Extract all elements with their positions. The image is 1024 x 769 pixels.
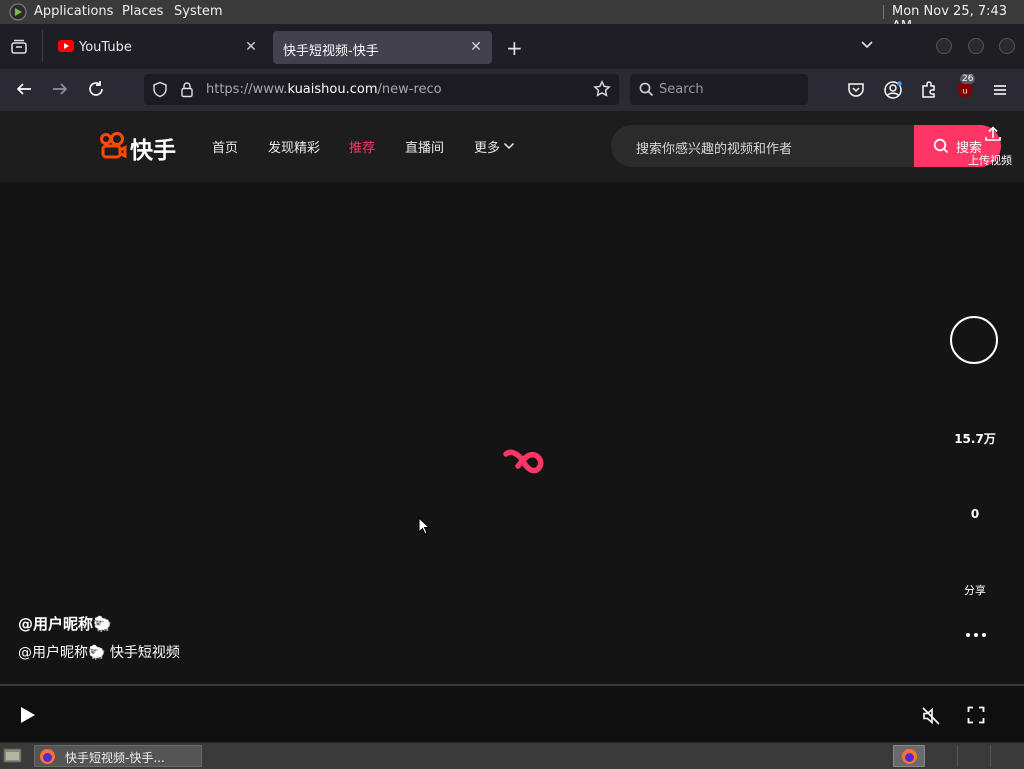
search-placeholder: Search <box>659 82 704 97</box>
show-desktop-icon[interactable] <box>3 747 22 764</box>
places-menu[interactable]: Places <box>122 4 163 19</box>
taskbar-window-button[interactable]: 快手短视频-快手... <box>34 745 202 767</box>
kuaishou-logo-text: 快手 <box>130 138 176 164</box>
lock-icon[interactable] <box>180 81 194 98</box>
like-count[interactable]: 15.7万 <box>930 430 1020 447</box>
author-name[interactable]: @用户昵称🐑 <box>18 613 112 634</box>
reload-icon[interactable] <box>85 78 107 100</box>
tab-close-kuaishou-icon[interactable]: ✕ <box>469 39 483 55</box>
bookmark-star-icon[interactable] <box>593 80 611 98</box>
list-all-tabs-icon[interactable] <box>860 40 874 50</box>
url-domain: kuaishou.com <box>287 82 378 97</box>
tab-title-kuaishou: 快手短视频-快手 <box>283 44 379 59</box>
system-menu[interactable]: System <box>174 4 222 19</box>
video-player[interactable]: 15.7万 0 分享 @用户昵称🐑 @用户昵称🐑 快手短视频 <box>0 182 1024 684</box>
fullscreen-icon[interactable] <box>967 706 985 724</box>
taskbar: 快手短视频-快手... <box>0 742 1024 769</box>
share-label[interactable]: 分享 <box>930 582 1020 598</box>
site-search-box: 搜索你感兴趣的视频和作者 搜索 <box>611 125 1001 167</box>
comment-count[interactable]: 0 <box>930 507 1020 521</box>
pocket-icon[interactable] <box>847 81 865 99</box>
nav-link-discover[interactable]: 发现精彩 <box>268 137 320 156</box>
search-bar[interactable]: Search <box>630 74 808 105</box>
forward-icon[interactable] <box>49 78 71 100</box>
gnome-foot-icon[interactable] <box>9 3 27 21</box>
tab-kuaishou[interactable]: 快手短视频-快手 ✕ <box>273 31 492 64</box>
svg-text:u: u <box>962 87 967 96</box>
maximize-window-icon[interactable] <box>968 38 984 54</box>
extensions-puzzle-icon[interactable] <box>919 80 939 100</box>
youtube-favicon-icon <box>58 40 74 52</box>
nav-link-recommend[interactable]: 推荐 <box>349 137 375 156</box>
kuaishou-logo-icon <box>99 132 127 160</box>
back-icon[interactable] <box>13 78 35 100</box>
more-options-icon[interactable] <box>964 632 988 638</box>
url-prefix: https://www. <box>206 82 288 97</box>
taskbar-window-title: 快手短视频-快手... <box>65 751 165 765</box>
site-header: 快手 首页 发现精彩 推荐 直播间 更多 搜索你感兴趣的视频和作者 搜索 上传视… <box>0 111 1024 182</box>
account-icon[interactable] <box>883 80 903 100</box>
upload-icon[interactable] <box>984 126 1002 142</box>
tab-close-youtube-icon[interactable]: ✕ <box>244 39 258 55</box>
nav-link-more[interactable]: 更多 <box>474 137 500 156</box>
mute-icon[interactable] <box>921 706 941 726</box>
nav-link-live[interactable]: 直播间 <box>405 137 444 156</box>
applications-menu[interactable]: Applications <box>34 4 113 19</box>
search-icon <box>639 82 654 97</box>
extension-badge-count: 26 <box>960 74 976 84</box>
workspace-divider <box>990 745 991 767</box>
url-text[interactable]: https://www.kuaishou.com/new-reco <box>206 82 442 97</box>
site-search-input[interactable]: 搜索你感兴趣的视频和作者 <box>636 138 792 157</box>
minimize-window-icon[interactable] <box>936 38 952 54</box>
loading-spinner-icon <box>500 444 546 480</box>
tab-youtube[interactable]: YouTube ✕ <box>48 31 269 64</box>
play-icon[interactable] <box>19 706 37 724</box>
workspace-divider <box>957 745 958 767</box>
navigation-toolbar: https://www.kuaishou.com/new-reco Search… <box>0 69 1024 112</box>
player-controls <box>0 684 1024 744</box>
tab-strip: YouTube ✕ 快手短视频-快手 ✕ + <box>0 24 1024 69</box>
mouse-cursor-icon <box>418 517 430 535</box>
url-bar[interactable]: https://www.kuaishou.com/new-reco <box>144 74 619 105</box>
more-chevron-down-icon[interactable] <box>503 142 515 150</box>
tracking-protection-shield-icon[interactable] <box>152 81 168 98</box>
app-menu-icon[interactable] <box>991 81 1009 99</box>
nav-link-home[interactable]: 首页 <box>212 137 238 156</box>
top-panel: Applications Places System Mon Nov 25, 7… <box>0 0 1024 34</box>
author-avatar[interactable] <box>950 316 998 364</box>
url-path: /new-reco <box>377 82 442 97</box>
video-caption: @用户昵称🐑 快手短视频 <box>18 645 180 661</box>
panel-separator <box>883 5 884 19</box>
tab-divider <box>42 30 43 62</box>
tab-title-youtube: YouTube <box>79 40 132 55</box>
workspace-switcher[interactable] <box>893 745 925 767</box>
tab-manager-icon[interactable] <box>10 38 28 56</box>
close-window-icon[interactable] <box>999 38 1015 54</box>
firefox-taskbar-icon <box>39 748 56 765</box>
upload-video-label[interactable]: 上传视频 <box>968 152 1012 168</box>
site-search-icon <box>933 138 949 154</box>
new-tab-icon[interactable]: + <box>506 36 523 60</box>
firefox-workspace-icon <box>901 748 918 765</box>
